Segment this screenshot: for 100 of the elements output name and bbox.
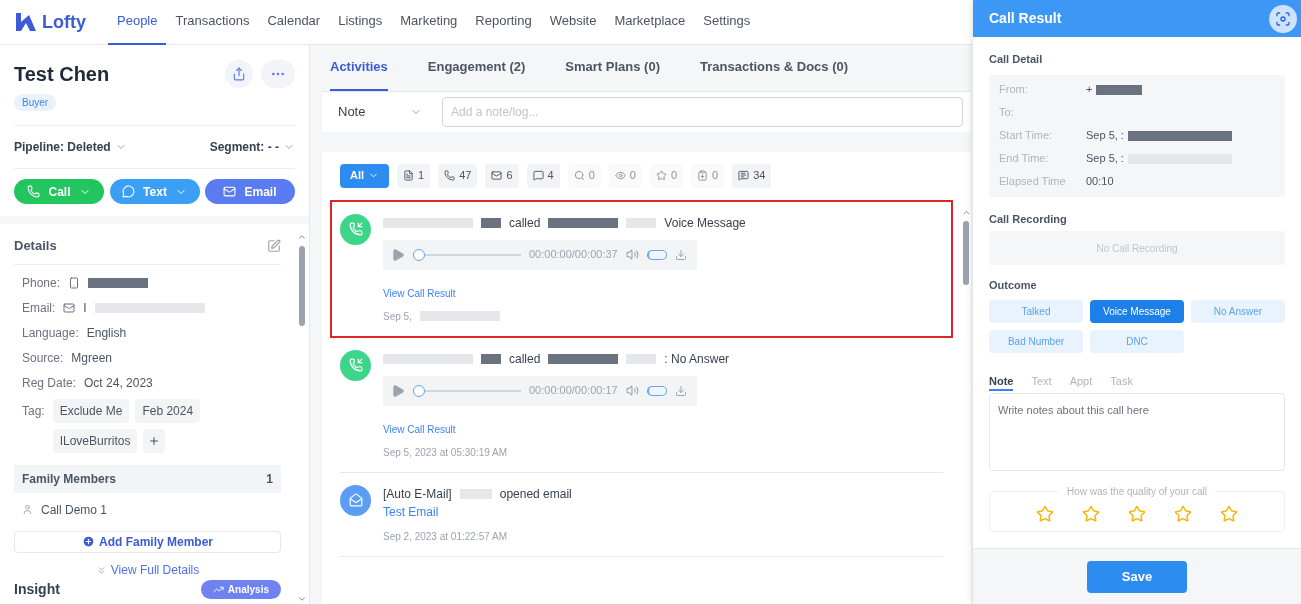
edit-icon[interactable] — [267, 238, 281, 253]
scrollbar-thumb[interactable] — [299, 246, 305, 326]
nav-tab[interactable]: Calendar — [258, 0, 330, 45]
tag-chip[interactable]: Feb 2024 — [135, 398, 201, 423]
redacted-block — [548, 353, 619, 364]
filter-chip[interactable]: 6 — [485, 163, 519, 188]
scroll-down-icon[interactable] — [297, 594, 307, 604]
more-button[interactable] — [261, 60, 295, 88]
section-heading: Outcome — [989, 278, 1038, 293]
field-label: Tag: — [22, 402, 45, 420]
pipeline-dropdown[interactable]: Pipeline: Deleted — [14, 138, 127, 156]
analysis-button[interactable]: Analysis — [200, 580, 281, 599]
chat-filter-icon — [738, 170, 750, 181]
scrollbar-thumb[interactable] — [963, 220, 969, 285]
detail-value: Sep 5, : — [1086, 151, 1124, 167]
redacted-block — [88, 277, 149, 288]
activity-tab[interactable]: Smart Plans (0) — [565, 45, 660, 91]
play-icon[interactable] — [391, 383, 405, 398]
phone-icon — [27, 185, 41, 198]
chat-bubble-icon — [122, 185, 136, 198]
email-action-button[interactable]: Email — [205, 179, 295, 204]
nav-tab[interactable]: Listings — [329, 0, 392, 45]
tag-chip[interactable]: ILoveBurritos — [52, 428, 138, 453]
volume-icon[interactable] — [625, 384, 639, 397]
download-icon[interactable] — [674, 248, 687, 261]
nav-tab[interactable]: Reporting — [466, 0, 541, 45]
plus-icon — [148, 434, 161, 447]
detail-label: End Time: — [999, 151, 1050, 167]
buyer-badge: Buyer — [14, 94, 57, 111]
email-link[interactable]: Test Email — [383, 502, 439, 521]
nav-tab[interactable]: Settings — [694, 0, 760, 45]
note-input[interactable]: Add a note/log... — [442, 96, 963, 127]
field-label: Email: — [22, 299, 56, 317]
screenshot-button[interactable] — [1269, 4, 1297, 33]
nav-tab[interactable]: Marketing — [391, 0, 467, 45]
trend-line-icon — [212, 584, 224, 595]
filter-chip[interactable]: 4 — [526, 163, 560, 188]
redacted-block — [626, 353, 657, 364]
note-type-dropdown[interactable]: Note — [330, 101, 430, 122]
nav-tab[interactable]: Marketplace — [605, 0, 695, 45]
field-value: I — [83, 299, 87, 317]
playback-time: 00:00:00/00:00:17 — [529, 383, 618, 399]
note-filter-icon — [403, 170, 415, 181]
rating-star[interactable] — [1128, 505, 1146, 523]
activity-tab[interactable]: Engagement (2) — [427, 45, 526, 91]
view-full-details-link[interactable]: View Full Details — [95, 561, 200, 579]
nav-tab[interactable]: People — [108, 0, 167, 45]
text-filter-icon — [532, 170, 544, 181]
filter-chip[interactable]: 47 — [438, 163, 478, 188]
outcome-button[interactable]: Voice Message — [1090, 299, 1184, 323]
play-icon[interactable] — [391, 247, 405, 262]
detail-label: From: — [999, 82, 1029, 98]
progress-thumb[interactable] — [413, 248, 425, 261]
mail-icon — [63, 301, 76, 314]
share-button[interactable] — [225, 60, 253, 88]
quality-question: How was the quality of your call — [1058, 484, 1216, 499]
brand-name: Lofty — [42, 10, 86, 34]
rating-star[interactable] — [1082, 505, 1100, 523]
volume-icon[interactable] — [625, 248, 639, 261]
view-call-result-link[interactable]: View Call Result — [383, 421, 456, 437]
redacted-block — [459, 488, 492, 499]
section-heading: Call Recording — [989, 211, 1068, 227]
detail-value: + — [1086, 82, 1093, 98]
activity-date: Sep 2, 2023 at 01:22:57 AM — [383, 529, 507, 544]
call-filter-icon — [444, 170, 456, 181]
filter-chip[interactable]: 34 — [732, 163, 772, 188]
rating-star[interactable] — [1174, 505, 1192, 523]
progress-thumb[interactable] — [413, 384, 425, 397]
all-filter-button[interactable]: All — [340, 163, 390, 188]
call-notes-field[interactable]: Write notes about this call here — [989, 393, 1285, 471]
note-tab[interactable]: Note — [989, 372, 1014, 391]
rating-star[interactable] — [1220, 505, 1238, 523]
field-label: Phone: — [22, 274, 61, 292]
share-icon — [232, 67, 246, 81]
add-family-member-button[interactable]: Add Family Member — [14, 530, 281, 553]
activity-tab[interactable]: Activities — [330, 45, 388, 91]
field-value: English — [86, 324, 127, 342]
filter-chip[interactable]: 1 — [397, 163, 431, 188]
family-member-name[interactable]: Call Demo 1 — [41, 500, 108, 519]
search-filter-icon — [573, 170, 585, 181]
detail-value: Sep 5, : — [1086, 128, 1124, 144]
view-call-result-link[interactable]: View Call Result — [383, 285, 456, 301]
nav-tab[interactable]: Website — [540, 0, 606, 45]
activity-tab[interactable]: Transactions & Docs (0) — [700, 45, 849, 91]
plus-circle-icon — [82, 535, 95, 549]
redacted-block — [626, 217, 657, 228]
activity-date: Sep 5, — [383, 309, 412, 324]
details-heading: Details — [14, 237, 57, 255]
activity-verb: opened email — [499, 485, 572, 503]
save-button[interactable]: Save — [1087, 560, 1187, 593]
add-tag-button[interactable] — [143, 428, 166, 453]
redacted-block — [548, 217, 619, 228]
rating-star[interactable] — [1036, 505, 1054, 523]
download-icon[interactable] — [674, 384, 687, 397]
scroll-up-icon[interactable] — [297, 232, 307, 242]
favorite-filter-icon — [655, 170, 667, 181]
segment-dropdown[interactable]: Segment: - - — [209, 138, 295, 156]
insight-heading: Insight — [14, 580, 60, 599]
tag-chip[interactable]: Exclude Me — [52, 398, 130, 423]
nav-tab[interactable]: Transactions — [166, 0, 259, 45]
